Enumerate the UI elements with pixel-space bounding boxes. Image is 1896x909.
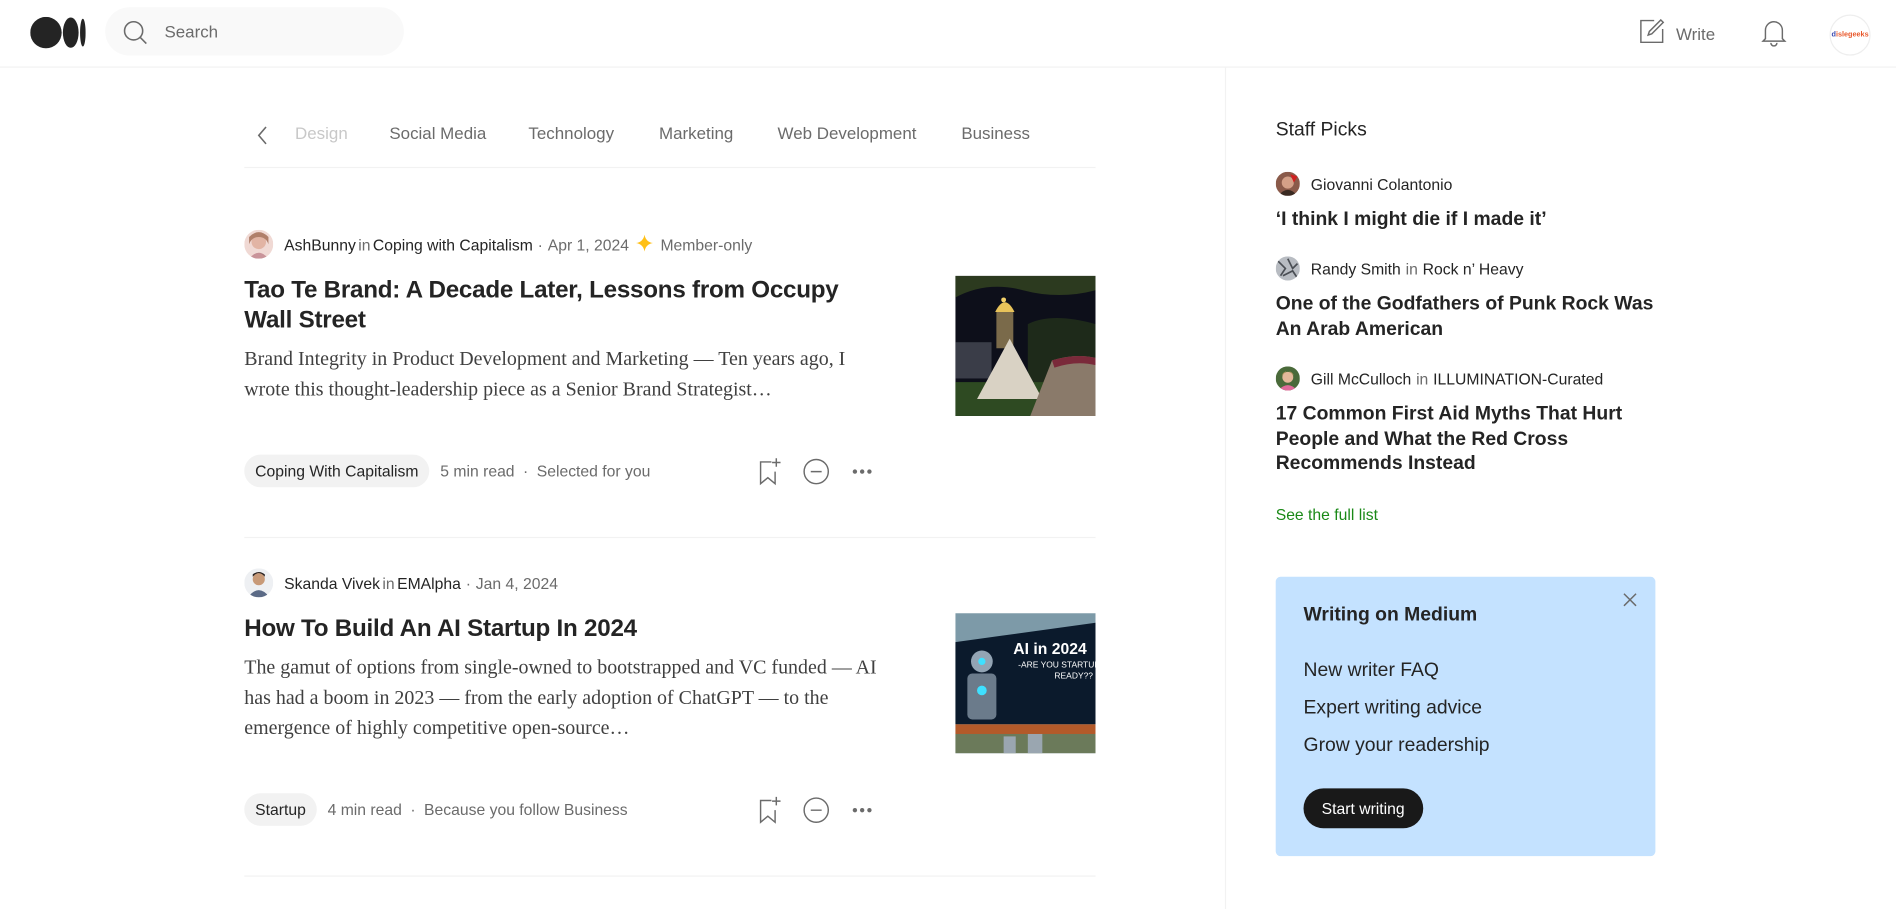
publication-name[interactable]: Coping with Capitalism <box>373 235 533 253</box>
recommendation-reason: Selected for you <box>536 461 651 481</box>
tab-marketing[interactable]: Marketing <box>659 123 733 142</box>
writing-on-medium-card: Writing on Medium New writer FAQ Expert … <box>1275 576 1656 857</box>
expert-writing-advice-link[interactable]: Expert writing advice <box>1304 698 1483 720</box>
in-label: in <box>382 573 395 592</box>
avatar-text: islegeeks <box>1835 31 1869 39</box>
article-thumbnail[interactable]: AI in 2024 -ARE YOU STARTUP READY?? <box>955 613 1096 754</box>
new-writer-faq-link[interactable]: New writer FAQ <box>1304 660 1439 682</box>
article-footer: Startup 4 min read · Because you follow … <box>244 793 885 826</box>
close-icon[interactable] <box>1622 591 1639 614</box>
tab-web-development[interactable]: Web Development <box>778 123 917 142</box>
member-star-icon <box>636 233 654 255</box>
article-card[interactable]: AshBunny in Coping with Capitalism · Apr… <box>244 229 1096 539</box>
thumbnail-text: AI in 2024 <box>1013 639 1087 658</box>
article-excerpt[interactable]: The gamut of options from single-owned t… <box>244 652 885 743</box>
grow-readership-link[interactable]: Grow your readership <box>1304 735 1490 757</box>
article-thumbnail[interactable] <box>955 275 1096 416</box>
medium-home-page: Search Write d islegeeks Design Social Me… <box>0 0 1896 909</box>
pick-meta: Randy Smith in Rock n’ Heavy <box>1275 256 1524 281</box>
article-meta: Skanda Vivek in EMAlpha · Jan 4, 2024 <box>244 568 558 598</box>
more-options-icon[interactable] <box>850 795 874 824</box>
topic-tabs: Design Social Media Technology Marketing… <box>244 111 1096 169</box>
pick-title[interactable]: 17 Common First Aid Myths That Hurt Peop… <box>1276 403 1657 477</box>
write-label: Write <box>1675 23 1716 43</box>
separator: · <box>410 800 416 819</box>
column-divider <box>1224 67 1227 909</box>
read-time: 5 min read <box>440 461 515 481</box>
write-button[interactable]: Write <box>1637 17 1715 50</box>
search-box[interactable]: Search <box>105 7 404 56</box>
in-label: in <box>358 235 371 254</box>
member-only-label: Member-only <box>660 235 753 254</box>
start-writing-button[interactable]: Start writing <box>1303 788 1423 829</box>
notifications-bell-icon[interactable] <box>1759 17 1788 54</box>
author-avatar[interactable] <box>244 229 274 259</box>
author-name[interactable]: Gill McCulloch <box>1311 369 1411 387</box>
in-label: in <box>1405 259 1418 278</box>
topic-tag[interactable]: Startup <box>244 793 317 826</box>
medium-logo-icon[interactable] <box>30 16 86 49</box>
publication-name[interactable]: EMAlpha <box>397 574 461 592</box>
writing-card-heading: Writing on Medium <box>1303 604 1478 626</box>
author-name[interactable]: Skanda Vivek <box>284 574 380 592</box>
tab-business[interactable]: Business <box>961 123 1030 142</box>
article-meta: AshBunny in Coping with Capitalism · Apr… <box>244 229 753 259</box>
article-divider <box>244 536 1096 539</box>
pick-meta: Gill McCulloch in ILLUMINATION-Curated <box>1275 366 1603 391</box>
separator: · <box>465 573 471 592</box>
recommendation-reason: Because you follow Business <box>424 800 628 819</box>
author-name[interactable]: AshBunny <box>284 235 356 253</box>
see-full-list-link[interactable]: See the full list <box>1276 505 1378 523</box>
author-name[interactable]: Giovanni Colantonio <box>1311 175 1453 193</box>
publication-name[interactable]: Rock n’ Heavy <box>1423 259 1524 277</box>
publish-date: Apr 1, 2024 <box>547 235 630 254</box>
search-input[interactable]: Search <box>164 22 218 41</box>
write-icon <box>1637 17 1666 50</box>
publish-date: Jan 4, 2024 <box>475 573 558 592</box>
article-actions <box>756 455 894 488</box>
user-avatar[interactable]: d islegeeks <box>1829 14 1871 56</box>
pick-meta: Giovanni Colantonio <box>1275 171 1453 196</box>
article-card[interactable]: Skanda Vivek in EMAlpha · Jan 4, 2024 Ho… <box>244 568 1096 877</box>
article-title[interactable]: How To Build An AI Startup In 2024 <box>244 614 873 644</box>
staff-picks-heading: Staff Picks <box>1275 119 1367 141</box>
tab-design[interactable]: Design <box>295 123 348 142</box>
more-options-icon[interactable] <box>850 456 874 485</box>
topic-tag[interactable]: Coping With Capitalism <box>244 454 430 488</box>
read-time: 4 min read <box>327 800 402 819</box>
separator: · <box>537 235 543 254</box>
chevron-left-icon[interactable] <box>254 123 271 153</box>
author-avatar[interactable] <box>244 568 274 598</box>
article-actions <box>756 793 894 826</box>
pick-title[interactable]: ‘I think I might die if I made it’ <box>1276 208 1657 233</box>
pick-title[interactable]: One of the Godfathers of Punk Rock Was A… <box>1276 293 1657 343</box>
thumbnail-text: -ARE YOU STARTUP <box>1018 661 1096 670</box>
tab-technology[interactable]: Technology <box>528 123 614 142</box>
top-nav: Search Write d islegeeks <box>0 0 1896 68</box>
article-title[interactable]: Tao Te Brand: A Decade Later, Lessons fr… <box>244 276 873 336</box>
tab-social-media[interactable]: Social Media <box>389 123 486 142</box>
author-avatar[interactable] <box>1275 256 1300 281</box>
bookmark-add-icon[interactable] <box>756 456 783 485</box>
bookmark-add-icon[interactable] <box>756 795 783 824</box>
separator: · <box>523 461 529 481</box>
show-less-icon[interactable] <box>802 795 831 824</box>
article-divider <box>244 875 1096 877</box>
article-footer: Coping With Capitalism 5 min read · Sele… <box>244 454 885 488</box>
in-label: in <box>1416 369 1429 388</box>
author-avatar[interactable] <box>1275 171 1300 196</box>
article-excerpt[interactable]: Brand Integrity in Product Development a… <box>244 343 885 403</box>
author-name[interactable]: Randy Smith <box>1311 259 1401 277</box>
search-icon <box>122 19 149 52</box>
author-avatar[interactable] <box>1275 366 1300 391</box>
thumbnail-text: READY?? <box>1054 672 1094 681</box>
show-less-icon[interactable] <box>802 456 831 485</box>
publication-name[interactable]: ILLUMINATION-Curated <box>1433 369 1603 387</box>
